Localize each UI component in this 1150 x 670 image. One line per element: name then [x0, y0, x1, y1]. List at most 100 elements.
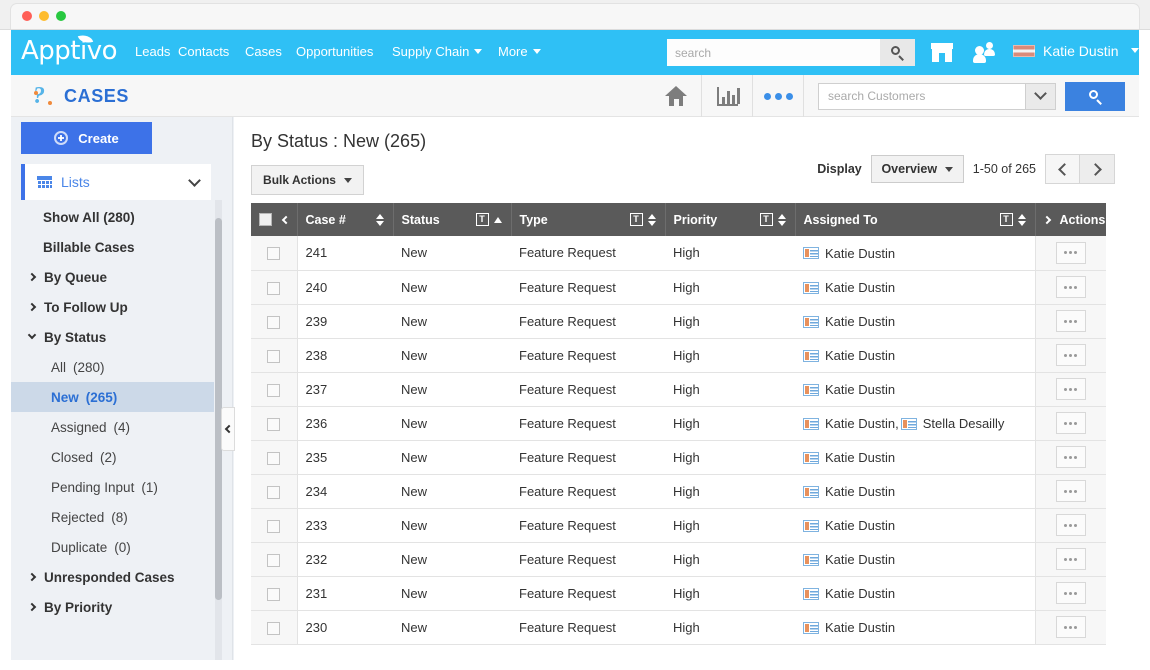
column-header-priority[interactable]: PriorityT	[665, 203, 795, 236]
assignee[interactable]: Katie Dustin	[803, 450, 895, 465]
customer-search-input[interactable]	[819, 84, 1025, 109]
create-button[interactable]: Create	[21, 122, 152, 154]
sidebar-item-new[interactable]: New(265)	[11, 382, 214, 412]
window-minimize-button[interactable]	[39, 11, 49, 21]
row-actions-button[interactable]	[1056, 514, 1086, 536]
column-sort-ascending-icon[interactable]	[494, 217, 503, 223]
nav-item-supply-chain[interactable]: Supply Chain	[392, 44, 482, 59]
row-actions-button[interactable]	[1056, 616, 1086, 638]
row-actions-button[interactable]	[1056, 378, 1086, 400]
row-select-cell[interactable]	[251, 508, 297, 542]
assignee[interactable]: Katie Dustin	[803, 586, 895, 601]
customer-search-dropdown[interactable]	[1025, 84, 1055, 109]
sidebar-collapse-toggle[interactable]	[221, 407, 235, 451]
row-actions-button[interactable]	[1056, 548, 1086, 570]
select-all-checkbox[interactable]	[259, 213, 272, 226]
row-actions-button[interactable]	[1056, 344, 1086, 366]
assignee[interactable]: Katie Dustin	[803, 552, 895, 567]
table-row[interactable]: 236NewFeature RequestHighKatie Dustin,St…	[251, 406, 1106, 440]
sidebar-item-duplicate[interactable]: Duplicate(0)	[11, 532, 214, 562]
sidebar-item-unresponded-cases[interactable]: Unresponded Cases	[11, 562, 214, 592]
row-select-cell[interactable]	[251, 270, 297, 304]
row-checkbox[interactable]	[267, 350, 280, 363]
column-header-status[interactable]: StatusT	[393, 203, 511, 236]
chevron-right-icon[interactable]	[1042, 215, 1050, 223]
column-filter-icon[interactable]: T	[476, 213, 489, 226]
nav-item-opportunities[interactable]: Opportunities	[296, 44, 373, 59]
column-header-assigned-to[interactable]: Assigned ToT	[795, 203, 1035, 236]
customer-search-button[interactable]	[1065, 82, 1125, 111]
row-actions-button[interactable]	[1056, 242, 1086, 264]
row-select-cell[interactable]	[251, 610, 297, 644]
window-close-button[interactable]	[22, 11, 32, 21]
row-select-cell[interactable]	[251, 474, 297, 508]
nav-item-leads[interactable]: Leads	[135, 44, 170, 59]
assignee[interactable]: Katie Dustin,	[803, 416, 899, 431]
column-sort-icon[interactable]	[376, 213, 385, 227]
apptivo-logo[interactable]: Apptivo	[21, 36, 117, 66]
chevron-down-icon[interactable]	[188, 174, 201, 187]
nav-item-more[interactable]: More	[498, 44, 541, 59]
table-row[interactable]: 234NewFeature RequestHighKatie Dustin	[251, 474, 1106, 508]
row-actions-button[interactable]	[1056, 276, 1086, 298]
row-checkbox[interactable]	[267, 622, 280, 635]
assignee[interactable]: Katie Dustin	[803, 620, 895, 635]
table-row[interactable]: 230NewFeature RequestHighKatie Dustin	[251, 610, 1106, 644]
display-select[interactable]: Overview	[871, 155, 964, 183]
assignee[interactable]: Katie Dustin	[803, 348, 895, 363]
global-search-button[interactable]	[880, 39, 915, 66]
assignee[interactable]: Katie Dustin	[803, 246, 895, 261]
table-row[interactable]: 239NewFeature RequestHighKatie Dustin	[251, 304, 1106, 338]
assignee[interactable]: Katie Dustin	[803, 382, 895, 397]
chevron-left-icon[interactable]	[281, 215, 289, 223]
table-row[interactable]: 240NewFeature RequestHighKatie Dustin	[251, 270, 1106, 304]
column-header-actions[interactable]: Actions	[1035, 203, 1106, 236]
row-checkbox[interactable]	[267, 452, 280, 465]
table-row[interactable]: 232NewFeature RequestHighKatie Dustin	[251, 542, 1106, 576]
row-actions-button[interactable]	[1056, 480, 1086, 502]
row-checkbox[interactable]	[267, 247, 280, 260]
sidebar-item-rejected[interactable]: Rejected(8)	[11, 502, 214, 532]
row-checkbox[interactable]	[267, 486, 280, 499]
row-checkbox[interactable]	[267, 554, 280, 567]
assignee[interactable]: Katie Dustin	[803, 518, 895, 533]
table-row[interactable]: 241NewFeature RequestHighKatie Dustin	[251, 236, 1106, 270]
reports-button[interactable]	[702, 75, 752, 117]
row-select-cell[interactable]	[251, 440, 297, 474]
lists-section-header[interactable]: Lists	[21, 164, 211, 200]
column-header-case-no[interactable]: Case #	[297, 203, 393, 236]
row-actions-button[interactable]	[1056, 310, 1086, 332]
people-icon[interactable]	[973, 42, 997, 63]
row-select-cell[interactable]	[251, 542, 297, 576]
sidebar-item-by-status[interactable]: By Status	[11, 322, 214, 352]
column-filter-icon[interactable]: T	[630, 213, 643, 226]
user-menu[interactable]: Katie Dustin	[1013, 43, 1139, 59]
global-search-input[interactable]	[667, 39, 880, 66]
row-select-cell[interactable]	[251, 338, 297, 372]
row-checkbox[interactable]	[267, 282, 280, 295]
row-select-cell[interactable]	[251, 576, 297, 610]
column-sort-icon[interactable]	[778, 213, 787, 227]
table-row[interactable]: 233NewFeature RequestHighKatie Dustin	[251, 508, 1106, 542]
table-row[interactable]: 235NewFeature RequestHighKatie Dustin	[251, 440, 1106, 474]
nav-item-contacts[interactable]: Contacts	[178, 44, 229, 59]
row-checkbox[interactable]	[267, 384, 280, 397]
row-checkbox[interactable]	[267, 316, 280, 329]
store-icon[interactable]	[931, 43, 953, 62]
table-row[interactable]: 237NewFeature RequestHighKatie Dustin	[251, 372, 1106, 406]
column-filter-icon[interactable]: T	[760, 213, 773, 226]
assignee[interactable]: Stella Desailly	[901, 416, 1005, 431]
previous-page-button[interactable]	[1045, 154, 1080, 184]
sidebar-item-by-priority[interactable]: By Priority	[11, 592, 214, 622]
row-checkbox[interactable]	[267, 588, 280, 601]
column-filter-icon[interactable]: T	[1000, 213, 1013, 226]
row-select-cell[interactable]	[251, 304, 297, 338]
more-options-button[interactable]	[753, 75, 803, 117]
row-checkbox[interactable]	[267, 520, 280, 533]
column-sort-icon[interactable]	[1018, 213, 1027, 227]
row-select-cell[interactable]	[251, 372, 297, 406]
sidebar-item-billable-cases[interactable]: Billable Cases	[11, 232, 214, 262]
home-button[interactable]	[651, 75, 701, 117]
assignee[interactable]: Katie Dustin	[803, 314, 895, 329]
row-actions-button[interactable]	[1056, 412, 1086, 434]
